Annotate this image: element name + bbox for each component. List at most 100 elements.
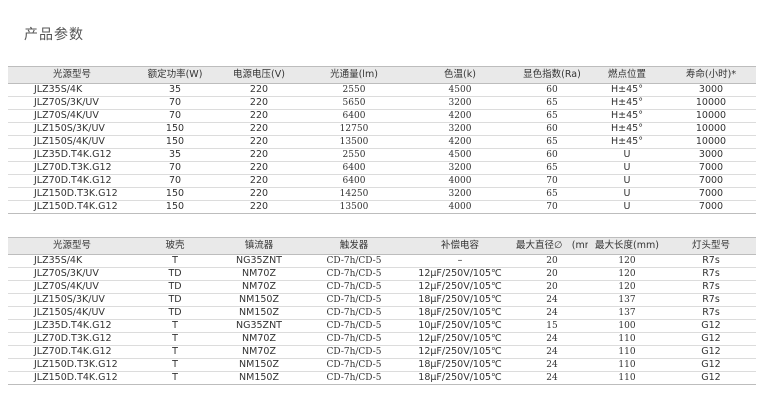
- table-cell: 12μF/250V/105℃: [404, 280, 516, 294]
- column-header: 色温(k): [404, 66, 516, 84]
- table-cell: 3000: [666, 83, 756, 97]
- table-cell: U: [588, 200, 666, 214]
- spec-table-accessories: 光源型号玻壳镇流器触发器补偿电容最大直径∅ (mm)最大长度(mm)灯头型号 J…: [8, 237, 756, 385]
- table-cell: 12μF/250V/105℃: [404, 332, 516, 346]
- table-cell: 220: [214, 83, 304, 97]
- column-header: 寿命(小时)*: [666, 66, 756, 84]
- table-cell: 220: [214, 187, 304, 201]
- table-cell: T: [136, 371, 214, 385]
- table-cell: R7s: [666, 306, 756, 320]
- table-cell: U: [588, 174, 666, 188]
- column-header: 光通量(lm): [304, 66, 404, 84]
- table-cell: 60: [516, 83, 588, 97]
- table-cell: 65: [516, 109, 588, 123]
- column-header: 燃点位置: [588, 66, 666, 84]
- column-header: 最大长度(mm): [588, 237, 666, 255]
- table-cell: 5650: [304, 96, 404, 110]
- table-cell: 12750: [304, 122, 404, 136]
- table-cell: 120: [588, 280, 666, 294]
- table-cell: CD-7h/CD-5: [304, 306, 404, 320]
- spec-table-photometric: 光源型号 额定功率(W) 电源电压(V) 光通量(lm) 色温(k) 显色指数(Ra) 燃点…: [8, 66, 756, 214]
- column-header: 灯头型号: [666, 237, 756, 255]
- table-row: JLZ70S/3K/UV 70 220 5650 3200 65 H±45° 10000: [8, 96, 756, 110]
- table-cell: NM150Z: [214, 306, 304, 320]
- table-cell: 10μF/250V/105℃: [404, 319, 516, 333]
- table-cell: 18μF/250V/105℃: [404, 293, 516, 307]
- table-cell: 20: [516, 280, 588, 294]
- table-cell: 3000: [666, 148, 756, 162]
- table-cell: JLZ150S/4K/UV: [8, 135, 136, 149]
- table-cell: 220: [214, 161, 304, 175]
- table-cell: 220: [214, 109, 304, 123]
- table-cell: 110: [588, 371, 666, 385]
- table-cell: 35: [136, 148, 214, 162]
- column-header: 补偿电容: [404, 237, 516, 255]
- table-cell: T: [136, 332, 214, 346]
- table-cell: H±45°: [588, 96, 666, 110]
- table-cell: CD-7h/CD-5: [304, 280, 404, 294]
- table-cell: H±45°: [588, 135, 666, 149]
- table-cell: CD-7h/CD-5: [304, 319, 404, 333]
- table-cell: JLZ70D.T4K.G12: [8, 174, 136, 188]
- table-cell: JLZ150S/4K/UV: [8, 306, 136, 320]
- table-cell: 12μF/250V/105℃: [404, 267, 516, 281]
- table-cell: R7s: [666, 267, 756, 281]
- table-row: JLZ70D.T4K.G12 T NM70Z CD-7h/CD-5 12μF/250V/…: [8, 345, 756, 359]
- table-cell: JLZ150S/3K/UV: [8, 293, 136, 307]
- table-cell: CD-7h/CD-5: [304, 371, 404, 385]
- table-cell: NM70Z: [214, 267, 304, 281]
- table-row: JLZ150S/3K/UV TD NM150Z CD-7h/CD-5 18μF/250V…: [8, 293, 756, 307]
- table-cell: 220: [214, 96, 304, 110]
- table-cell: JLZ150D.T3K.G12: [8, 187, 136, 201]
- table-row: JLZ150D.T4K.G12 150 220 13500 4000 70 U 7000: [8, 200, 756, 214]
- table-cell: 24: [516, 332, 588, 346]
- table-cell: 220: [214, 135, 304, 149]
- table-cell: TD: [136, 306, 214, 320]
- table-cell: CD-7h/CD-5: [304, 254, 404, 268]
- table-cell: 20: [516, 254, 588, 268]
- table-row: JLZ70D.T3K.G12 T NM70Z CD-7h/CD-5 12μF/250V/…: [8, 332, 756, 346]
- table-cell: 4200: [404, 135, 516, 149]
- table-cell: 150: [136, 135, 214, 149]
- table-cell: 150: [136, 187, 214, 201]
- table-row: JLZ35S/4K T NG35ZNT CD-7h/CD-5–20 120 R7s: [8, 254, 756, 268]
- table-cell: TD: [136, 280, 214, 294]
- table-cell: H±45°: [588, 109, 666, 123]
- table-cell: 18μF/250V/105℃: [404, 306, 516, 320]
- table-header-row: 光源型号 额定功率(W) 电源电压(V) 光通量(lm) 色温(k) 显色指数(Ra) 燃点…: [8, 66, 756, 84]
- table-cell: 24: [516, 345, 588, 359]
- table-row: JLZ150D.T3K.G12 150 220 14250 3200 65 U 7000: [8, 187, 756, 201]
- table-cell: 70: [136, 109, 214, 123]
- table-cell: JLZ150S/3K/UV: [8, 122, 136, 136]
- table-row: JLZ150S/4K/UV TD NM150Z CD-7h/CD-5 18μF/250V…: [8, 306, 756, 320]
- table-cell: 24: [516, 358, 588, 372]
- table-cell: NM70Z: [214, 345, 304, 359]
- table-cell: 4000: [404, 200, 516, 214]
- table-cell: 12μF/250V/105℃: [404, 345, 516, 359]
- table-cell: NM70Z: [214, 332, 304, 346]
- table-cell: 65: [516, 187, 588, 201]
- table-cell: T: [136, 345, 214, 359]
- table-cell: 220: [214, 200, 304, 214]
- table-cell: NM150Z: [214, 293, 304, 307]
- table-cell: T: [136, 358, 214, 372]
- table-cell: 70: [136, 161, 214, 175]
- table-cell: CD-7h/CD-5: [304, 267, 404, 281]
- table-cell: 6400: [304, 109, 404, 123]
- table-cell: U: [588, 148, 666, 162]
- table-cell: 4000: [404, 174, 516, 188]
- table-cell: 120: [588, 267, 666, 281]
- table-cell: 24: [516, 306, 588, 320]
- table-cell: T: [136, 254, 214, 268]
- table-cell: 137: [588, 306, 666, 320]
- table-cell: 60: [516, 122, 588, 136]
- table-row: JLZ35D.T4K.G12 35 220 2550 4500 60 U 3000: [8, 148, 756, 162]
- table-cell: 24: [516, 371, 588, 385]
- table-cell: U: [588, 161, 666, 175]
- table-cell: 10000: [666, 122, 756, 136]
- table-cell: 4500: [404, 83, 516, 97]
- table-row: JLZ70D.T3K.G12 70 220 6400 3200 65 U 7000: [8, 161, 756, 175]
- table-cell: 65: [516, 161, 588, 175]
- table-cell: NM150Z: [214, 371, 304, 385]
- table-cell: 10000: [666, 135, 756, 149]
